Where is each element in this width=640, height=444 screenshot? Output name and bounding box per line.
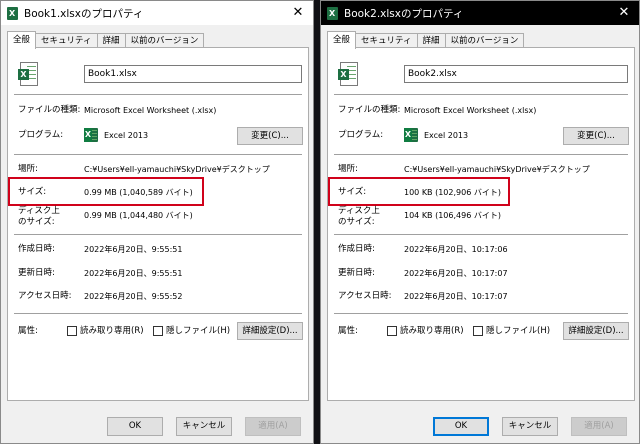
modified-label: 更新日時: (18, 268, 55, 278)
divider (14, 154, 302, 155)
apply-button[interactable]: 適用(A) (245, 417, 301, 436)
divider (334, 313, 628, 314)
change-program-button[interactable]: 変更(C)... (563, 127, 629, 145)
program-value: Excel 2013 (424, 131, 469, 140)
divider (14, 234, 302, 235)
title-bar[interactable]: X Book1.xlsxのプロパティ ✕ (1, 1, 313, 25)
attributes-label: 属性: (18, 326, 38, 336)
attributes-label: 属性: (338, 326, 358, 336)
disk-size-value: 0.99 MB (1,044,480 バイト) (84, 211, 193, 220)
hidden-checkbox-label[interactable]: 隠しファイル(H) (166, 326, 230, 337)
advanced-button[interactable]: 詳細設定(D)... (563, 322, 629, 340)
file-name-input[interactable]: Book2.xlsx (404, 65, 628, 83)
size-highlight-box (328, 177, 510, 206)
location-label: 場所: (18, 164, 38, 174)
file-name-input[interactable]: Book1.xlsx (84, 65, 302, 83)
readonly-checkbox-label[interactable]: 読み取り専用(R) (80, 326, 144, 337)
created-label: 作成日時: (18, 244, 55, 254)
size-highlight-box (8, 177, 204, 206)
accessed-label: アクセス日時: (338, 291, 392, 301)
divider (334, 234, 628, 235)
created-label: 作成日時: (338, 244, 375, 254)
hidden-checkbox[interactable] (153, 326, 163, 336)
disk-size-label-line1: ディスク上 (338, 206, 380, 216)
window-title: Book2.xlsxのプロパティ (344, 7, 464, 20)
ok-button[interactable]: OK (107, 417, 163, 436)
tab-general[interactable]: 全般 (327, 31, 357, 49)
created-value: 2022年6月20日、9:55:51 (84, 245, 183, 254)
cancel-button[interactable]: キャンセル (176, 417, 232, 436)
excel-app-icon: X (404, 128, 418, 142)
accessed-value: 2022年6月20日、10:17:07 (404, 292, 508, 301)
properties-dialog-book2: X Book2.xlsxのプロパティ ✕ 全般 セキュリティ 詳細 以前のバージ… (320, 0, 640, 444)
cancel-button[interactable]: キャンセル (502, 417, 558, 436)
disk-size-value: 104 KB (106,496 バイト) (404, 211, 501, 220)
readonly-checkbox[interactable] (387, 326, 397, 336)
program-value: Excel 2013 (104, 131, 149, 140)
change-program-button[interactable]: 変更(C)... (237, 127, 303, 145)
advanced-button[interactable]: 詳細設定(D)... (237, 322, 303, 340)
divider (14, 313, 302, 314)
filetype-label: ファイルの種類: (18, 105, 81, 115)
general-panel: X Book1.xlsx ファイルの種類: Microsoft Excel Wo… (7, 47, 309, 401)
accessed-label: アクセス日時: (18, 291, 72, 301)
divider (334, 154, 628, 155)
accessed-value: 2022年6月20日、9:55:52 (84, 292, 183, 301)
readonly-checkbox-label[interactable]: 読み取り専用(R) (400, 326, 464, 337)
divider (334, 94, 628, 95)
program-label: プログラム: (18, 130, 64, 140)
hidden-checkbox[interactable] (473, 326, 483, 336)
excel-document-icon: X (338, 62, 358, 86)
modified-label: 更新日時: (338, 268, 375, 278)
apply-button[interactable]: 適用(A) (571, 417, 627, 436)
disk-size-label-line1: ディスク上 (18, 206, 60, 216)
readonly-checkbox[interactable] (67, 326, 77, 336)
excel-document-icon: X (18, 62, 38, 86)
tab-bar: 全般 セキュリティ 詳細 以前のバージョン (327, 31, 525, 49)
filetype-value: Microsoft Excel Worksheet (.xlsx) (84, 106, 217, 115)
hidden-checkbox-label[interactable]: 隠しファイル(H) (486, 326, 550, 337)
tab-bar: 全般 セキュリティ 詳細 以前のバージョン (7, 31, 205, 49)
window-title: Book1.xlsxのプロパティ (24, 7, 144, 20)
disk-size-label-line2: のサイズ: (18, 217, 55, 227)
modified-value: 2022年6月20日、10:17:07 (404, 269, 508, 278)
general-panel: X Book2.xlsx ファイルの種類: Microsoft Excel Wo… (327, 47, 635, 401)
divider (14, 94, 302, 95)
tab-general[interactable]: 全般 (7, 31, 37, 49)
properties-dialog-book1: X Book1.xlsxのプロパティ ✕ 全般 セキュリティ 詳細 以前のバージ… (0, 0, 314, 444)
excel-file-icon: X (327, 6, 338, 20)
disk-size-label-line2: のサイズ: (338, 217, 375, 227)
filetype-label: ファイルの種類: (338, 105, 401, 115)
location-label: 場所: (338, 164, 358, 174)
modified-value: 2022年6月20日、9:55:51 (84, 269, 183, 278)
program-label: プログラム: (338, 130, 384, 140)
ok-button[interactable]: OK (433, 417, 489, 436)
location-value: C:¥Users¥ell-yamauchi¥SkyDrive¥デスクトップ (404, 165, 590, 174)
filetype-value: Microsoft Excel Worksheet (.xlsx) (404, 106, 537, 115)
title-bar[interactable]: X Book2.xlsxのプロパティ ✕ (321, 1, 639, 25)
excel-app-icon: X (84, 128, 98, 142)
location-value: C:¥Users¥ell-yamauchi¥SkyDrive¥デスクトップ (84, 165, 270, 174)
close-icon[interactable]: ✕ (609, 1, 639, 25)
created-value: 2022年6月20日、10:17:06 (404, 245, 508, 254)
excel-file-icon: X (7, 6, 18, 20)
close-icon[interactable]: ✕ (283, 1, 313, 25)
